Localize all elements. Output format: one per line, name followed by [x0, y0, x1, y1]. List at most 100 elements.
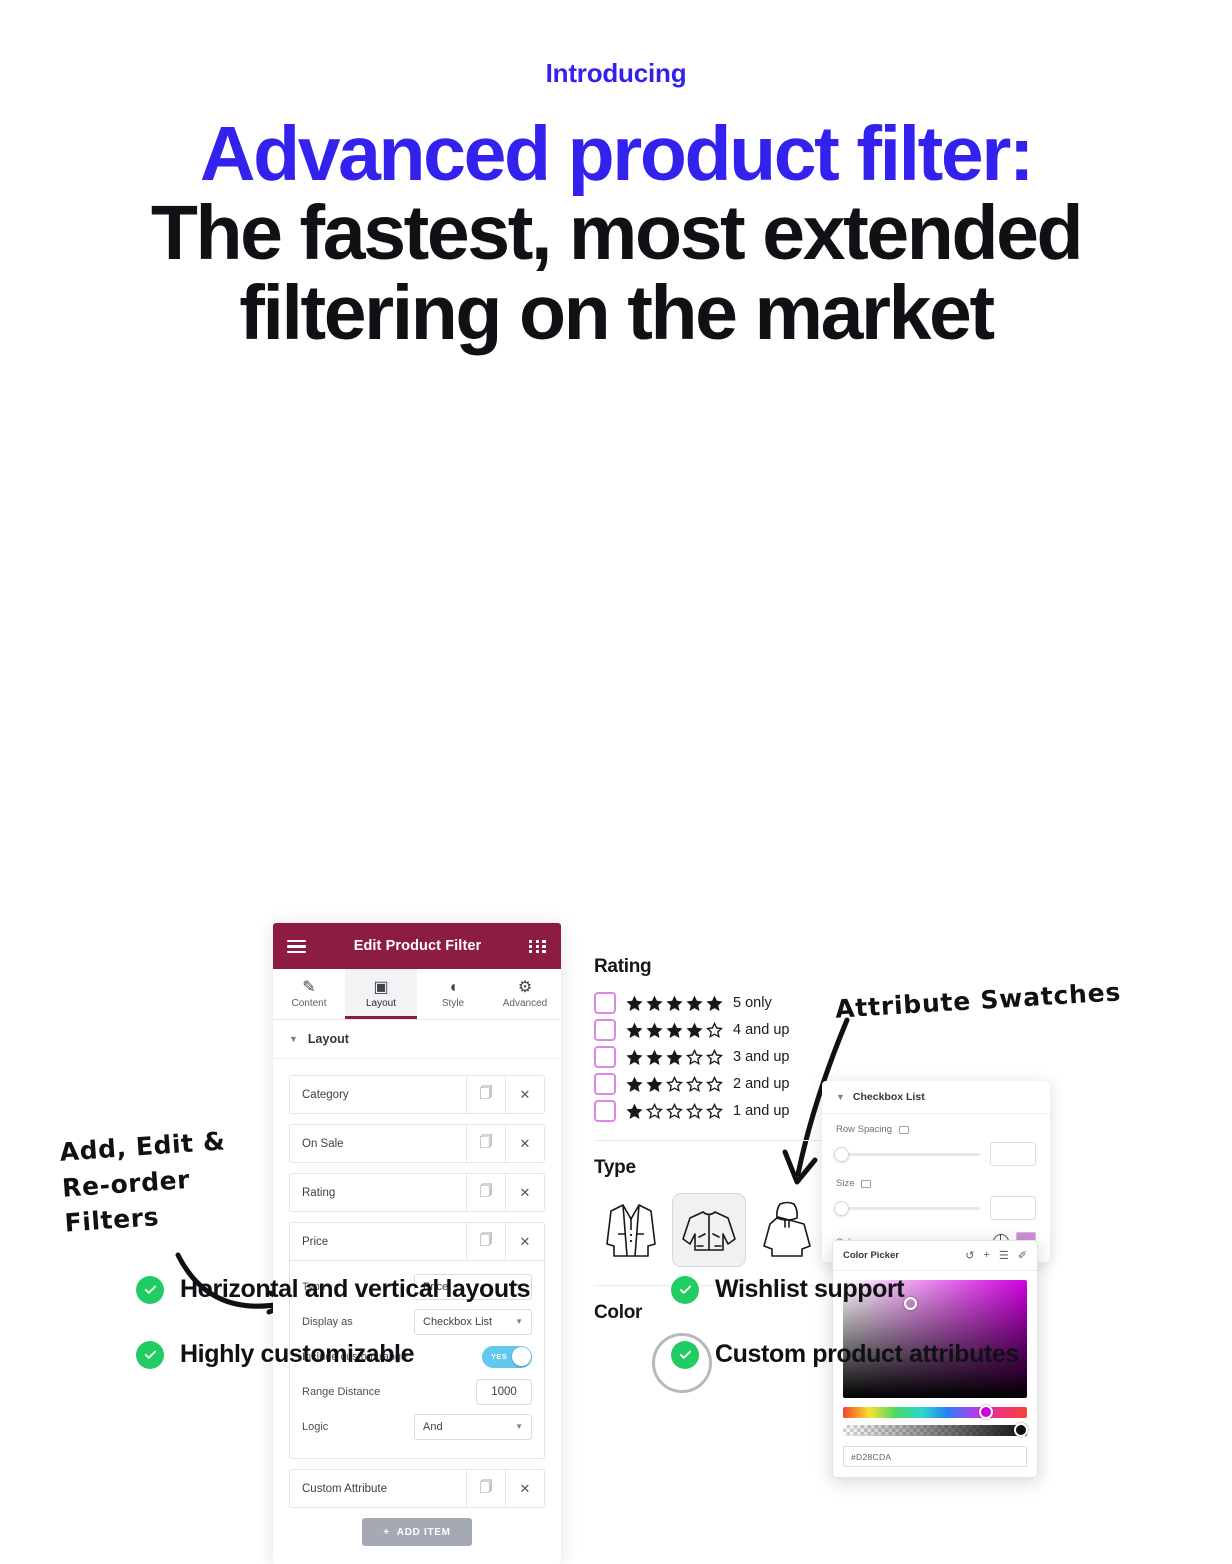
table-row-price[interactable]: Price 🗍 ✕ [289, 1222, 545, 1262]
tab-style[interactable]: ◖ Style [417, 969, 489, 1019]
hex-input[interactable]: #D28CDA [843, 1446, 1027, 1468]
color-picker-tools: ↺ + ☰ ✐ [965, 1249, 1027, 1262]
feature-item-3: Highly customizable [136, 1340, 671, 1369]
check-circle-icon [136, 1340, 164, 1369]
tab-layout[interactable]: ▣ Layout [345, 969, 417, 1020]
filter-item-label: Category [302, 1088, 349, 1101]
copy-icon[interactable]: 🗍 [466, 1174, 505, 1212]
tab-content-label: Content [291, 998, 327, 1010]
list-item[interactable]: 5 only [594, 992, 824, 1015]
setting-range-distance-label: Range Distance [302, 1385, 381, 1398]
feature-label: Horizontal and vertical layouts [180, 1275, 531, 1303]
close-x-icon[interactable]: ✕ [505, 1174, 544, 1212]
size-slider[interactable] [834, 1200, 980, 1216]
bomber-jacket-icon[interactable] [672, 1193, 746, 1268]
list-item[interactable]: 1 and up [594, 1100, 824, 1123]
checkbox-list-body: Row Spacing Size Color [822, 1114, 1050, 1253]
feature-label: Highly customizable [180, 1340, 415, 1368]
hue-slider[interactable] [843, 1405, 1027, 1420]
range-distance-input[interactable]: 1000 [476, 1378, 532, 1405]
columns-icon: ▣ [373, 979, 389, 997]
slider-thumb[interactable] [834, 1146, 849, 1162]
close-x-icon[interactable]: ✕ [505, 1470, 544, 1508]
feature-label: Custom product attributes [715, 1340, 1019, 1368]
check-circle-icon [136, 1275, 164, 1304]
copy-icon[interactable]: 🗍 [466, 1223, 505, 1261]
checkbox-list-panel: ▼ Checkbox List Row Spacing Size Color [822, 1081, 1050, 1263]
add-icon[interactable]: + [983, 1249, 989, 1262]
table-row[interactable]: Custom Attribute 🗍 ✕ [289, 1469, 545, 1509]
hero-title-line-1: Advanced product filter: [199, 111, 1035, 197]
hue-thumb[interactable] [979, 1405, 994, 1420]
table-row[interactable]: Rating 🗍 ✕ [289, 1173, 545, 1213]
rating-checkbox[interactable] [594, 1073, 616, 1096]
library-icon[interactable]: ☰ [999, 1249, 1009, 1262]
setting-logic-label: Logic [302, 1420, 329, 1433]
rating-section-title: Rating [594, 956, 652, 978]
stars-1 [625, 1102, 724, 1121]
copy-icon[interactable]: 🗍 [466, 1076, 505, 1114]
gear-icon: ⚙ [517, 979, 533, 997]
showcase-area: Add, Edit & Re-order Filters Attribute Swa… [0, 404, 1232, 1564]
stars-2 [625, 1075, 724, 1094]
caret-down-icon: ▼ [836, 1092, 845, 1103]
hoodie-icon[interactable] [750, 1193, 824, 1267]
stars-5 [625, 994, 724, 1013]
hero-header: Introducing Advanced product filter: The… [0, 0, 1232, 353]
copy-icon[interactable]: 🗍 [466, 1470, 505, 1508]
layout-section-header[interactable]: ▼ Layout [273, 1020, 561, 1060]
close-x-icon[interactable]: ✕ [505, 1125, 544, 1163]
checkbox-list-header[interactable]: ▼ Checkbox List [822, 1081, 1050, 1115]
desktop-icon[interactable] [898, 1125, 909, 1134]
reset-icon[interactable]: ↺ [965, 1249, 974, 1262]
row-spacing-input[interactable] [990, 1142, 1036, 1167]
list-item[interactable]: 4 and up [594, 1019, 824, 1042]
close-x-icon[interactable]: ✕ [505, 1223, 544, 1261]
row-spacing-control [834, 1142, 1036, 1167]
alpha-thumb[interactable] [1014, 1423, 1028, 1438]
type-section-title: Type [594, 1157, 636, 1179]
close-x-icon[interactable]: ✕ [505, 1076, 544, 1114]
list-item[interactable]: 2 and up [594, 1073, 824, 1096]
tab-advanced[interactable]: ⚙ Advanced [489, 969, 561, 1019]
tab-layout-label: Layout [365, 998, 397, 1010]
panel-title: Edit Product Filter [353, 938, 482, 955]
hero-title-line-3: filtering on the market [239, 269, 995, 356]
logic-select-value: And [423, 1420, 443, 1433]
row-spacing-slider[interactable] [834, 1146, 980, 1162]
rating-checkbox[interactable] [594, 1046, 616, 1069]
stars-4 [625, 1021, 724, 1040]
alpha-slider[interactable] [843, 1423, 1028, 1438]
hamburger-icon[interactable] [287, 939, 306, 954]
annotation-add-edit-reorder: Add, Edit & Re-order Filters [58, 1126, 227, 1239]
blazer-jacket-icon[interactable] [594, 1193, 668, 1267]
pencil-icon: ✎ [302, 979, 316, 997]
grid-apps-icon[interactable] [529, 939, 547, 954]
copy-icon[interactable]: 🗍 [466, 1125, 505, 1163]
tab-content[interactable]: ✎ Content [273, 969, 345, 1019]
rating-checkbox[interactable] [594, 1100, 616, 1123]
rating-option-label: 2 and up [733, 1076, 790, 1093]
checkbox-list-title: Checkbox List [852, 1091, 925, 1104]
rating-checkbox[interactable] [594, 992, 616, 1015]
feature-label: Wishlist support [715, 1275, 905, 1303]
rating-option-label: 3 and up [733, 1049, 790, 1066]
panel-title-bar: Edit Product Filter [273, 923, 561, 970]
list-item[interactable]: 3 and up [594, 1046, 824, 1069]
eyedropper-icon[interactable]: ✐ [1018, 1249, 1027, 1262]
slider-thumb[interactable] [834, 1200, 849, 1216]
filter-item-label: On Sale [302, 1137, 344, 1150]
layout-section-label: Layout [307, 1032, 349, 1047]
filter-item-label: Rating [302, 1186, 336, 1199]
add-item-button[interactable]: + ADD ITEM [362, 1518, 472, 1547]
rating-checkbox[interactable] [594, 1019, 616, 1042]
chevron-down-icon: ▼ [515, 1422, 523, 1432]
setting-range-distance: Range Distance 1000 [302, 1376, 532, 1407]
filter-item-label: Custom Attribute [302, 1482, 388, 1495]
size-input[interactable] [990, 1196, 1036, 1221]
desktop-icon[interactable] [861, 1179, 872, 1188]
table-row[interactable]: Category 🗍 ✕ [289, 1075, 545, 1115]
contrast-icon: ◖ [448, 979, 458, 997]
table-row[interactable]: On Sale 🗍 ✕ [289, 1124, 545, 1164]
logic-select[interactable]: And ▼ [414, 1413, 532, 1440]
